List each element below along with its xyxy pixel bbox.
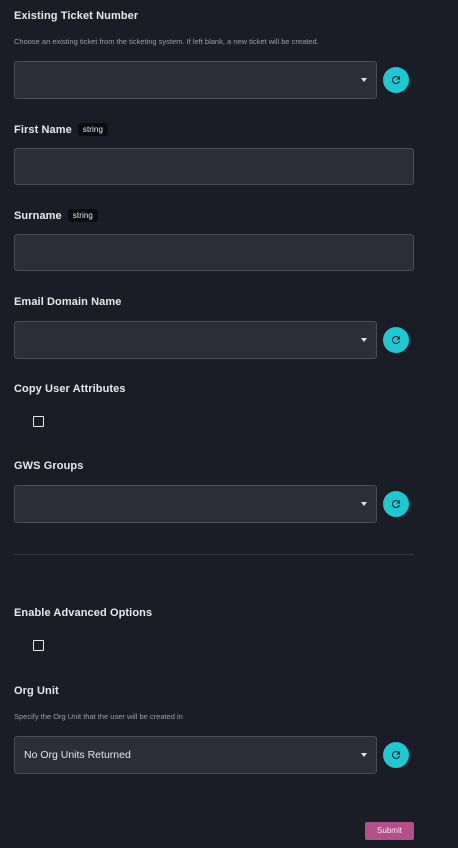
org-unit-help-text: Specify the Org Unit that the user will … [14, 712, 183, 721]
refresh-icon [391, 500, 400, 508]
refresh-icon [391, 75, 400, 84]
email-domain-select[interactable] [14, 321, 377, 359]
ticket-help-text: Choose an existing ticket from the ticke… [14, 37, 319, 46]
section-divider [14, 554, 414, 555]
org-unit-label: Org Unit [14, 685, 59, 697]
org-unit-select[interactable]: No Org Units Returned [14, 736, 377, 774]
surname-label: Surname string [14, 209, 98, 222]
caret-down-icon [361, 78, 367, 82]
email-domain-refresh-button[interactable] [383, 327, 409, 353]
surname-input[interactable] [14, 234, 414, 271]
refresh-icon [391, 336, 400, 344]
copy-attributes-checkbox[interactable] [33, 416, 44, 427]
ticket-select[interactable] [14, 61, 377, 99]
submit-button[interactable]: Submit [365, 822, 414, 840]
ticket-label: Existing Ticket Number [14, 10, 139, 22]
first-name-label: First Name string [14, 123, 109, 136]
org-unit-select-value: No Org Units Returned [24, 749, 131, 761]
surname-label-text: Surname [14, 210, 62, 222]
first-name-label-text: First Name [14, 124, 72, 136]
caret-down-icon [361, 502, 367, 506]
caret-down-icon [361, 338, 367, 342]
type-tag: string [77, 123, 109, 136]
gws-groups-select[interactable] [14, 485, 377, 523]
copy-attributes-label: Copy User Attributes [14, 383, 126, 395]
refresh-icon [391, 751, 400, 759]
type-tag: string [67, 209, 98, 222]
ticket-refresh-button[interactable] [383, 67, 409, 93]
email-domain-label: Email Domain Name [14, 296, 122, 308]
gws-groups-label: GWS Groups [14, 460, 84, 472]
advanced-options-checkbox[interactable] [33, 640, 44, 651]
gws-groups-refresh-button[interactable] [383, 491, 409, 517]
advanced-options-label: Enable Advanced Options [14, 607, 153, 619]
caret-down-icon [361, 753, 367, 757]
first-name-input[interactable] [14, 148, 414, 185]
org-unit-refresh-button[interactable] [383, 742, 409, 768]
